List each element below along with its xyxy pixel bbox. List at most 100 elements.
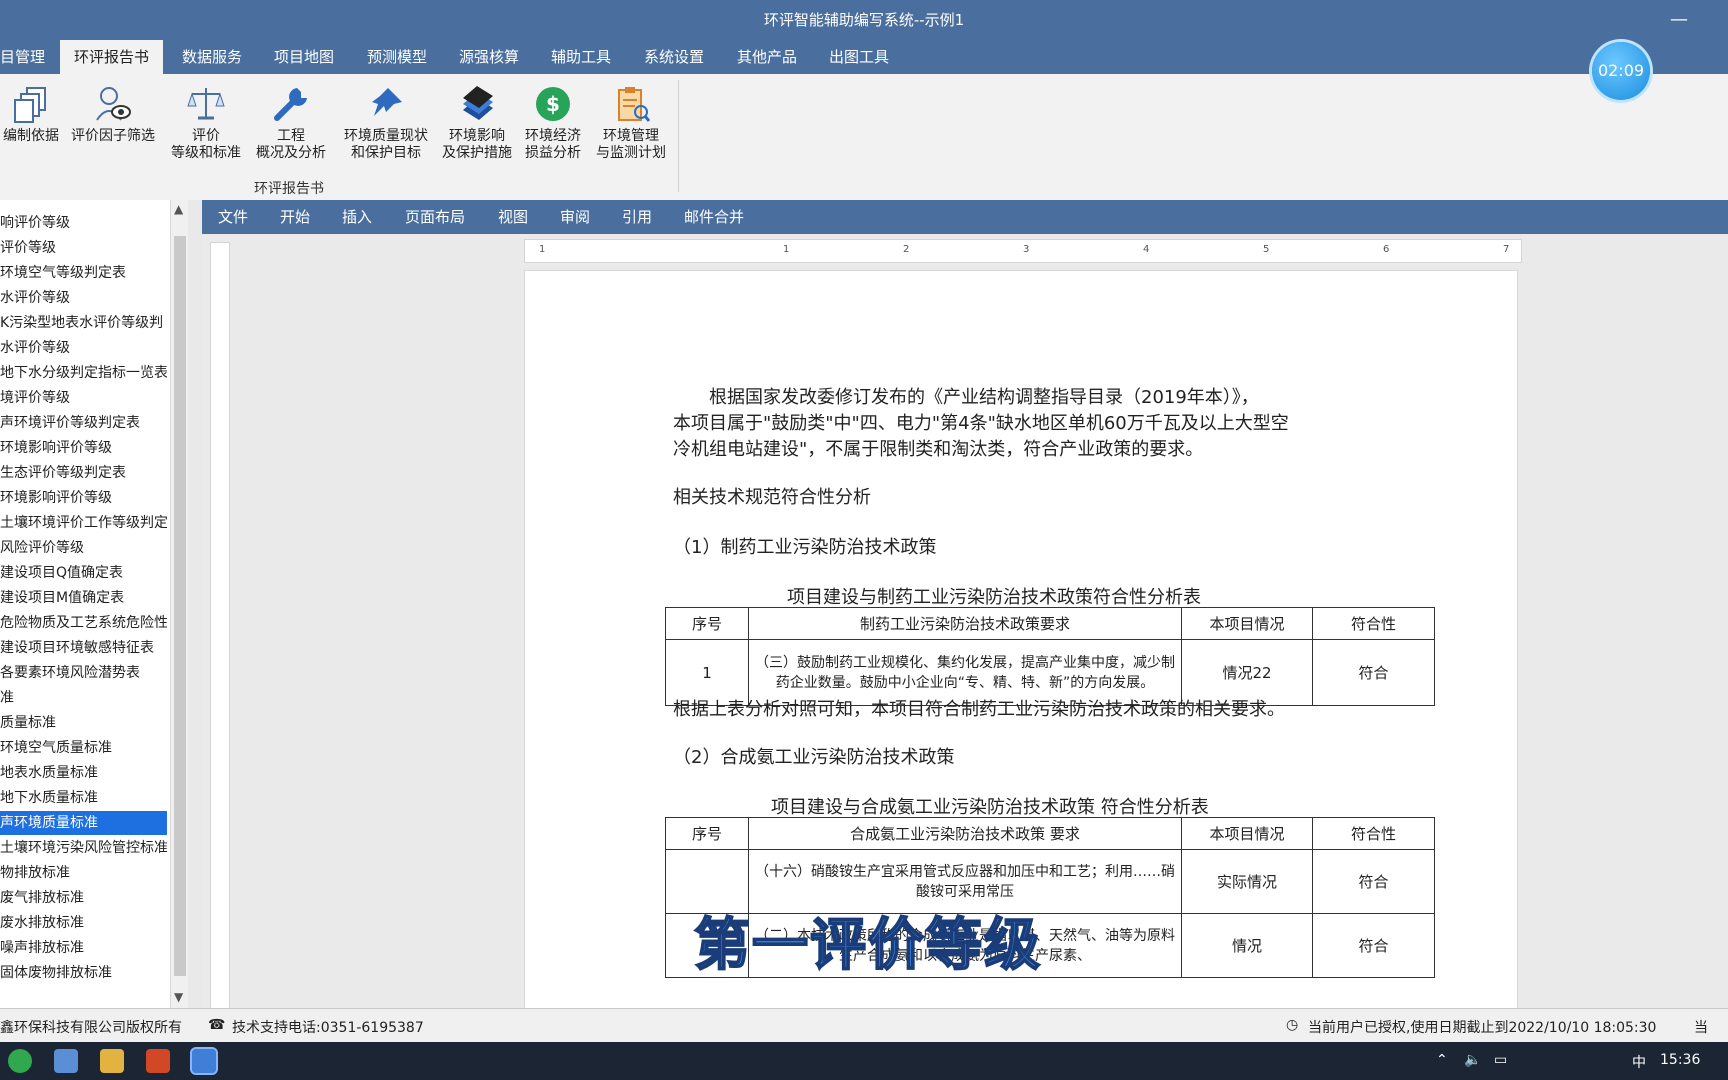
tree-item[interactable]: 评价等级 xyxy=(0,236,167,260)
volume-icon[interactable]: 🔈 xyxy=(1464,1052,1481,1068)
scroll-down-icon[interactable]: ▼ xyxy=(174,990,183,1004)
wrench-icon xyxy=(274,88,307,121)
word-tab-references[interactable]: 引用 xyxy=(622,200,652,234)
clipboard-icon xyxy=(618,87,651,122)
start-icon[interactable] xyxy=(8,1049,32,1073)
table-cell: 1 xyxy=(665,639,749,706)
ribbon-compile-basis-button[interactable]: 编制依据 xyxy=(0,80,62,145)
tree-item[interactable]: 噪声排放标准 xyxy=(0,936,167,960)
menu-plot-tools[interactable]: 出图工具 xyxy=(829,40,889,74)
word-tab-home[interactable]: 开始 xyxy=(280,200,310,234)
table-header: 本项目情况 xyxy=(1181,607,1313,640)
tree-item[interactable]: 地下水分级判定指标一览表 xyxy=(0,361,167,385)
table-header: 符合性 xyxy=(1312,607,1435,640)
app-icon[interactable] xyxy=(54,1049,78,1073)
network-icon[interactable]: ▭ xyxy=(1494,1052,1507,1068)
tree-item[interactable]: 土壤环境污染风险管控标准 xyxy=(0,836,167,860)
tree-scrollbar[interactable]: ▲ ▼ xyxy=(170,200,189,1008)
tree-item[interactable]: 风险评价等级 xyxy=(0,536,167,560)
table-row: 1 （三）鼓励制药工业规模化、集约化发展，提高产业集中度，减少制药企业数量。鼓励… xyxy=(665,639,1435,706)
tree-item[interactable]: 各要素环境风险潜势表 xyxy=(0,661,167,685)
ruler-number: 5 xyxy=(1263,244,1270,255)
tree-item[interactable]: 地下水质量标准 xyxy=(0,786,167,810)
taskbar: ⌃ 🔈 ▭ 中 15:36 xyxy=(0,1042,1728,1080)
tree-item-selected[interactable]: 声环境质量标准 xyxy=(0,811,167,835)
clock[interactable]: 15:36 xyxy=(1660,1052,1700,1068)
powerpoint-icon[interactable] xyxy=(146,1049,170,1073)
ribbon-engineering-overview-button[interactable]: 工程 概况及分析 xyxy=(250,80,332,162)
tree-item[interactable]: 废气排放标准 xyxy=(0,886,167,910)
menu-project-map[interactable]: 项目地图 xyxy=(274,40,334,74)
word-tab-layout[interactable]: 页面布局 xyxy=(405,200,465,234)
word-tab-insert[interactable]: 插入 xyxy=(342,200,372,234)
ribbon-label: 评价 等级和标准 xyxy=(171,128,241,161)
menu-eia-report[interactable]: 环评报告书 xyxy=(60,40,164,74)
word-tab-mailings[interactable]: 邮件合并 xyxy=(684,200,744,234)
word-tab-file[interactable]: 文件 xyxy=(218,200,248,234)
tree-item[interactable]: 环境空气质量标准 xyxy=(0,736,167,760)
ribbon-econ-analysis-button[interactable]: $ 环境经济 损益分析 xyxy=(518,80,588,162)
table-header: 符合性 xyxy=(1312,817,1435,850)
copyright-text: 鑫环保科技有限公司版权所有 xyxy=(0,1020,182,1036)
ribbon-factor-screening-button[interactable]: 评价因子筛选 xyxy=(66,80,160,145)
menu-other-products[interactable]: 其他产品 xyxy=(737,40,797,74)
ribbon-label: 环境管理 与监测计划 xyxy=(596,128,666,161)
document-page[interactable]: 根据国家发改委修订发布的《产业结构调整指导目录（2019年本）》， 本项目属于"… xyxy=(524,270,1518,1008)
ribbon-env-management-button[interactable]: 环境管理 与监测计划 xyxy=(590,80,672,162)
tree-item[interactable]: 响评价等级 xyxy=(0,211,167,235)
tree-item[interactable]: 地表水质量标准 xyxy=(0,761,167,785)
tree-item[interactable]: 准 xyxy=(0,686,167,710)
tree-item[interactable]: 境评价等级 xyxy=(0,386,167,410)
tree-item[interactable]: 建设项目Q值确定表 xyxy=(0,561,167,585)
scroll-up-icon[interactable]: ▲ xyxy=(174,202,183,216)
tree-item[interactable]: 废水排放标准 xyxy=(0,911,167,935)
folder-icon[interactable] xyxy=(100,1049,124,1073)
ribbon-grade-standard-button[interactable]: 评价 等级和标准 xyxy=(164,80,248,162)
tree-item[interactable]: 质量标准 xyxy=(0,711,167,735)
tree-item[interactable]: 建设项目环境敏感特征表 xyxy=(0,636,167,660)
menu-source-accounting[interactable]: 源强核算 xyxy=(459,40,519,74)
tree-item[interactable]: 环境影响评价等级 xyxy=(0,486,167,510)
ribbon-env-impact-button[interactable]: 环境影响 及保护措施 xyxy=(438,80,516,162)
ribbon-env-quality-button[interactable]: 环境质量现状 和保护目标 xyxy=(336,80,436,162)
horizontal-ruler: 1 1 2 3 4 5 6 7 xyxy=(524,239,1522,263)
tree-item[interactable]: 水评价等级 xyxy=(0,286,167,310)
tree-item[interactable]: 环境影响评价等级 xyxy=(0,436,167,460)
body-paragraph: 本项目属于"鼓励类"中"四、电力"第4条"缺水地区单机60万千瓦及以上大型空 xyxy=(673,413,1289,434)
table-cell: （三）鼓励制药工业规模化、集约化发展，提高产业集中度，减少制药企业数量。鼓励中小… xyxy=(748,639,1182,706)
menu-project-management[interactable]: 目管理 xyxy=(0,40,45,74)
menu-data-service[interactable]: 数据服务 xyxy=(182,40,242,74)
tree-item[interactable]: 土壤环境评价工作等级判定 xyxy=(0,511,167,535)
word-tab-view[interactable]: 视图 xyxy=(498,200,528,234)
tree-item[interactable]: 环境空气等级判定表 xyxy=(0,261,167,285)
tree-item[interactable]: 固体废物排放标准 xyxy=(0,961,167,985)
ribbon: 编制依据 评价因子筛选 评价 等级和标准 工程 概况及分析 环境质量现状 和保护… xyxy=(0,74,1728,201)
status-bar: 鑫环保科技有限公司版权所有 ☎ 技术支持电话:0351-6195387 ◷ 当前… xyxy=(0,1008,1728,1043)
ime-indicator[interactable]: 中 xyxy=(1632,1052,1646,1072)
vertical-ruler xyxy=(210,242,230,1008)
word-menu: 文件 开始 插入 页面布局 视图 审阅 引用 邮件合并 xyxy=(202,200,1728,234)
status-extra: 当 xyxy=(1694,1020,1708,1036)
tree-item[interactable]: K污染型地表水评价等级判 xyxy=(0,311,167,335)
tree-item[interactable]: 水评价等级 xyxy=(0,336,167,360)
table-cell: 符合 xyxy=(1312,849,1435,914)
tray-expand-icon[interactable]: ⌃ xyxy=(1436,1052,1448,1068)
body-paragraph: 根据国家发改委修订发布的《产业结构调整指导目录（2019年本）》， xyxy=(709,387,1259,408)
menu-prediction-model[interactable]: 预测模型 xyxy=(367,40,427,74)
tree-item[interactable]: 物排放标准 xyxy=(0,861,167,885)
tree-item[interactable]: 危险物质及工艺系统危险性 xyxy=(0,611,167,635)
word-tab-review[interactable]: 审阅 xyxy=(560,200,590,234)
menu-system-settings[interactable]: 系统设置 xyxy=(644,40,704,74)
panel-splitter[interactable] xyxy=(188,200,202,1008)
tree-item[interactable]: 生态评价等级判定表 xyxy=(0,461,167,485)
table-cell: 符合 xyxy=(1312,913,1435,978)
license-text: 当前用户已授权,使用日期截止到2022/10/10 18:05:30 xyxy=(1308,1020,1657,1036)
tree-item[interactable]: 建设项目M值确定表 xyxy=(0,586,167,610)
table-header: 制药工业污染防治技术政策要求 xyxy=(748,607,1182,640)
minimize-icon[interactable]: — xyxy=(1670,0,1688,40)
active-app-icon[interactable] xyxy=(190,1047,218,1075)
scrollbar-thumb[interactable] xyxy=(174,236,186,976)
menu-aux-tools[interactable]: 辅助工具 xyxy=(551,40,611,74)
table-cell: 符合 xyxy=(1312,639,1435,706)
tree-item[interactable]: 声环境评价等级判定表 xyxy=(0,411,167,435)
